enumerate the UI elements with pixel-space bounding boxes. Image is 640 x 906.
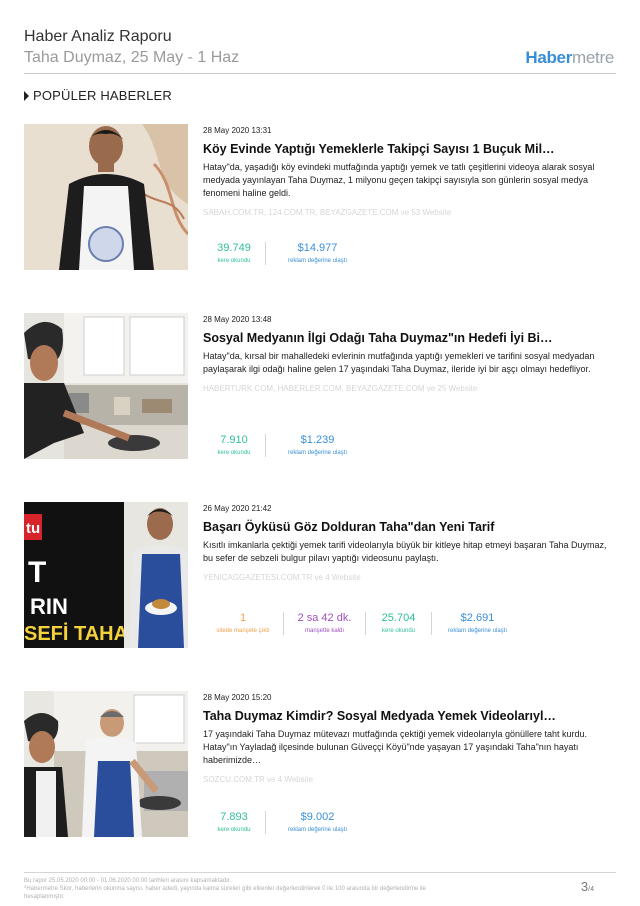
thumb-caption-4: SEFİ TAHA <box>24 622 128 645</box>
boy-and-man-cooking-photo <box>24 691 188 837</box>
stat-value: 1 <box>239 612 247 624</box>
stat-value: $2.691 <box>460 612 495 624</box>
footer-score-note: *Habermetre Skor, haberlerin okunma sayı… <box>24 886 426 900</box>
news-stats-3: 1 sitede manşete çıktı 2 sa 42 dk. manşe… <box>203 612 523 635</box>
habermetre-logo: Habermetre <box>525 48 614 68</box>
thumb-caption-1: tu <box>26 520 40 537</box>
stat-label: kere okundu <box>381 628 416 634</box>
stat-label: kere okundu <box>217 258 251 264</box>
news-stats-4: 7.893 kere okundu $9.002 reklam değerine… <box>203 811 369 834</box>
news-thumbnail-4[interactable] <box>24 691 188 837</box>
stat-label: sitede manşete çıktı <box>216 628 270 634</box>
ad-value-stat: $9.002 reklam değerine ulaştı <box>265 811 369 834</box>
news-sources: SABAH.COM.TR, 124.COM.TR, BEYAZGAZETE.CO… <box>203 208 452 217</box>
news-description: Hatay"da, yaşadığı köy evindeki mutfağın… <box>203 162 595 198</box>
headline-count-stat: 1 sitede manşete çıktı <box>203 612 283 635</box>
news-date: 28 May 2020 13:31 <box>203 126 272 135</box>
news-sources: YENICAGGAZETESI.COM.TR ve 4 Website <box>203 573 361 582</box>
stat-value: 7.893 <box>220 811 248 823</box>
stat-value: $9.002 <box>300 811 335 823</box>
footer-date-range: Bu rapor 25.05.2020 00:00 - 01.06.2020 0… <box>24 878 232 884</box>
news-info-4: 28 May 2020 15:20 Taha Duymaz Kimdir? So… <box>203 693 613 784</box>
report-header: Haber Analiz Raporu Taha Duymaz, 25 May … <box>24 28 616 74</box>
news-description: Hatay"da, kırsal bir mahalledeki evlerin… <box>203 351 595 374</box>
news-stats-2: 7.910 kere okundu $1.239 reklam değerine… <box>203 434 369 457</box>
news-date: 26 May 2020 21:42 <box>203 504 272 513</box>
news-description: 17 yaşındaki Taha Duymaz mütevazı mutfağ… <box>203 729 588 765</box>
read-count-stat: 25.704 kere okundu <box>365 612 431 635</box>
thumb-caption-3: RIN <box>30 594 68 619</box>
read-count-stat: 39.749 kere okundu <box>203 242 265 265</box>
stat-value: $1.239 <box>300 434 335 446</box>
stat-label: kere okundu <box>217 827 251 833</box>
report-title: Haber Analiz Raporu <box>24 28 172 45</box>
news-headline[interactable]: Köy Evinde Yaptığı Yemeklerle Takipçi Sa… <box>203 141 613 157</box>
stat-label: reklam değerine ulaştı <box>287 827 348 833</box>
news-item-3[interactable]: tu T RIN SEFİ TAHA 26 May 2020 21:42 Baş… <box>24 502 616 650</box>
report-footer: Bu rapor 25.05.2020 00:00 - 01.06.2020 0… <box>24 872 616 901</box>
stat-label: kere okundu <box>217 450 251 456</box>
news-description: Kısıtlı imkanlarla çektiği yemek tarifi … <box>203 540 607 563</box>
news-item-1[interactable]: 28 May 2020 13:31 Köy Evinde Yaptığı Yem… <box>24 124 616 272</box>
news-headline[interactable]: Başarı Öyküsü Göz Dolduran Taha"dan Yeni… <box>203 519 613 535</box>
news-info-3: 26 May 2020 21:42 Başarı Öyküsü Göz Dold… <box>203 504 613 582</box>
news-date: 28 May 2020 13:48 <box>203 315 272 324</box>
news-info-1: 28 May 2020 13:31 Köy Evinde Yaptığı Yem… <box>203 126 613 217</box>
news-thumbnail-2[interactable] <box>24 313 188 459</box>
news-item-4[interactable]: 28 May 2020 15:20 Taha Duymaz Kimdir? So… <box>24 691 616 839</box>
kitchen-cooking-photo <box>24 313 188 459</box>
stat-label: manşette kaldı <box>304 628 345 634</box>
boy-with-pilaf-photo: tu T RIN SEFİ TAHA <box>24 502 188 648</box>
logo-bold: Haber <box>525 48 573 67</box>
stat-label: reklam değerine ulaştı <box>447 628 508 634</box>
news-headline[interactable]: Sosyal Medyanın İlgi Odağı Taha Duymaz"ı… <box>203 330 613 346</box>
headline-duration-stat: 2 sa 42 dk. manşette kaldı <box>283 612 365 635</box>
news-date: 28 May 2020 15:20 <box>203 693 272 702</box>
boy-chef-photo <box>24 124 188 270</box>
page-total: /4 <box>588 886 594 893</box>
news-stats-1: 39.749 kere okundu $14.977 reklam değeri… <box>203 242 369 265</box>
ad-value-stat: $1.239 reklam değerine ulaştı <box>265 434 369 457</box>
news-sources: HABERTURK.COM, HABERLER.COM, BEYAZGAZETE… <box>203 384 478 393</box>
news-headline[interactable]: Taha Duymaz Kimdir? Sosyal Medyada Yemek… <box>203 708 613 724</box>
news-info-2: 28 May 2020 13:48 Sosyal Medyanın İlgi O… <box>203 315 613 393</box>
stat-value: 7.910 <box>220 434 248 446</box>
stat-value: $14.977 <box>297 242 338 254</box>
stat-value: 39.749 <box>217 242 251 254</box>
ad-value-stat: $2.691 reklam değerine ulaştı <box>431 612 523 635</box>
thumb-caption-2: T <box>28 556 46 589</box>
page-number: 3/4 <box>581 879 594 894</box>
read-count-stat: 7.910 kere okundu <box>203 434 265 457</box>
logo-light: metre <box>572 48 614 67</box>
stat-value: 2 sa 42 dk. <box>297 612 352 624</box>
news-thumbnail-3[interactable]: tu T RIN SEFİ TAHA <box>24 502 188 648</box>
stat-label: reklam değerine ulaştı <box>287 450 348 456</box>
news-thumbnail-1[interactable] <box>24 124 188 270</box>
news-item-2[interactable]: 28 May 2020 13:48 Sosyal Medyanın İlgi O… <box>24 313 616 461</box>
stat-value: 25.704 <box>381 612 416 624</box>
section-title-label: POPÜLER HABERLER <box>33 88 173 103</box>
news-sources: SOZCU.COM.TR ve 4 Website <box>203 775 314 784</box>
read-count-stat: 7.893 kere okundu <box>203 811 265 834</box>
triangle-right-icon <box>24 91 29 101</box>
ad-value-stat: $14.977 reklam değerine ulaştı <box>265 242 369 265</box>
section-title: POPÜLER HABERLER <box>24 88 172 103</box>
stat-label: reklam değerine ulaştı <box>287 258 348 264</box>
